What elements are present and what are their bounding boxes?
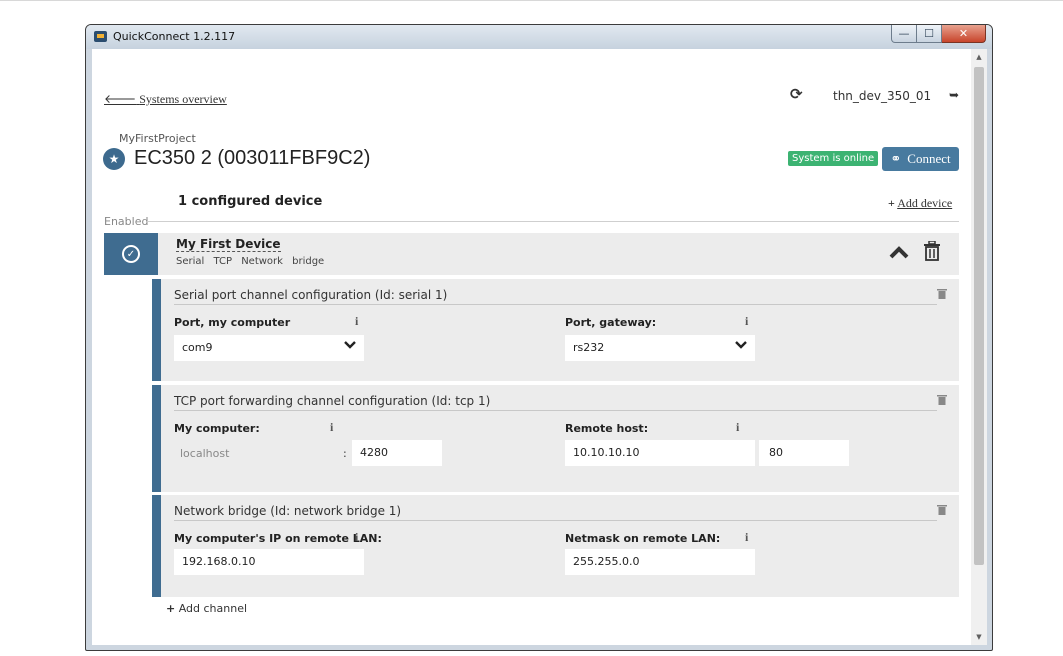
chevron-up-icon[interactable]	[888, 241, 910, 265]
remote-host-input[interactable]: 10.10.10.10	[565, 440, 755, 466]
netmask-input[interactable]: 255.255.0.0	[565, 549, 755, 575]
minimize-button[interactable]: —	[891, 25, 917, 43]
window-controls: — ☐ ✕	[891, 25, 986, 43]
network-bridge-channel-panel: Network bridge (Id: network bridge 1) My…	[152, 495, 959, 597]
app-window: QuickConnect 1.2.117 — ☐ ✕ 🡐 Systems ove…	[85, 24, 993, 651]
check-circle-icon: ✓	[122, 245, 140, 263]
chevron-down-icon	[735, 339, 747, 353]
local-port-input[interactable]: 4280	[352, 440, 442, 466]
info-icon[interactable]: i	[355, 530, 358, 545]
info-icon[interactable]: i	[745, 314, 748, 329]
back-to-systems-link[interactable]: 🡐 Systems overview	[104, 91, 227, 107]
app-logo-icon	[94, 31, 107, 42]
my-computer-label: My computer:	[174, 422, 260, 435]
system-title: EC350 2 (003011FBF9C2)	[134, 147, 371, 169]
local-host-value: localhost	[180, 447, 230, 460]
port-my-computer-label: Port, my computer	[174, 316, 291, 329]
trash-icon[interactable]	[937, 394, 947, 405]
ip-on-remote-lan-input[interactable]: 192.168.0.10	[174, 549, 364, 575]
remote-host-label: Remote host:	[565, 422, 649, 435]
device-name[interactable]: My First Device	[176, 237, 281, 252]
arrow-left-icon: 🡐	[104, 92, 137, 106]
window-title: QuickConnect 1.2.117	[113, 30, 236, 43]
channel-title: Serial port channel configuration (Id: s…	[174, 288, 448, 302]
device-tags: Serial TCP Network bridge	[176, 256, 325, 267]
serial-channel-panel: Serial port channel configuration (Id: s…	[152, 279, 959, 381]
add-device-link[interactable]: + Add device	[888, 196, 952, 211]
link-icon: ⚭	[890, 151, 902, 166]
select-value: com9	[182, 341, 213, 354]
trash-icon[interactable]	[923, 241, 941, 261]
maximize-button[interactable]: ☐	[917, 25, 942, 43]
client-area: 🡐 Systems overview ⟳ thn_dev_350_01 ➥ My…	[92, 49, 987, 645]
chevron-down-icon	[344, 339, 356, 353]
vertical-scrollbar[interactable]: ▲ ▼	[971, 49, 987, 645]
scrollbar-thumb[interactable]	[974, 67, 984, 565]
scroll-down-icon[interactable]: ▼	[971, 629, 987, 645]
select-value: rs232	[573, 341, 605, 354]
add-channel-link[interactable]: + Add channel	[166, 602, 247, 615]
channel-title: Network bridge (Id: network bridge 1)	[174, 504, 402, 518]
username-label: thn_dev_350_01	[833, 89, 932, 103]
trash-icon[interactable]	[937, 288, 947, 299]
project-name: MyFirstProject	[119, 132, 196, 145]
enabled-label: Enabled	[104, 215, 149, 228]
device-row: My First Device Serial TCP Network bridg…	[158, 233, 959, 275]
info-icon[interactable]: i	[745, 530, 748, 545]
netmask-label: Netmask on remote LAN:	[565, 532, 721, 545]
channel-accent-bar	[152, 495, 161, 597]
channel-accent-bar	[152, 279, 161, 381]
info-icon[interactable]: i	[736, 420, 739, 435]
divider	[174, 520, 937, 521]
divider	[174, 304, 937, 305]
plus-icon: +	[166, 602, 176, 615]
back-link-label: Systems overview	[139, 92, 227, 106]
port-my-computer-select[interactable]: com9	[174, 335, 364, 361]
connect-button[interactable]: ⚭ Connect	[882, 147, 959, 171]
channel-accent-bar	[152, 385, 161, 492]
refresh-icon[interactable]: ⟳	[790, 85, 803, 103]
configured-devices-heading: 1 configured device	[178, 194, 323, 209]
add-device-label: Add device	[897, 196, 953, 210]
add-channel-label: Add channel	[178, 602, 248, 615]
channel-title: TCP port forwarding channel configuratio…	[174, 394, 491, 408]
trash-icon[interactable]	[937, 504, 947, 515]
ip-on-remote-lan-label: My computer's IP on remote LAN:	[174, 532, 382, 545]
divider	[174, 410, 937, 411]
title-bar[interactable]: QuickConnect 1.2.117 — ☐ ✕	[86, 25, 992, 49]
status-badge: System is online	[788, 151, 879, 166]
separator-colon: :	[343, 447, 347, 460]
info-icon[interactable]: i	[355, 314, 358, 329]
port-gateway-select[interactable]: rs232	[565, 335, 755, 361]
tcp-channel-panel: TCP port forwarding channel configuratio…	[152, 385, 959, 492]
port-gateway-label: Port, gateway:	[565, 316, 657, 329]
close-button[interactable]: ✕	[942, 25, 986, 43]
connect-label: Connect	[907, 151, 951, 166]
scroll-up-icon[interactable]: ▲	[971, 49, 987, 65]
divider	[147, 221, 959, 222]
plus-icon: +	[888, 196, 895, 210]
info-icon[interactable]: i	[330, 420, 333, 435]
remote-port-input[interactable]: 80	[759, 440, 849, 466]
logout-icon[interactable]: ➥	[949, 88, 959, 102]
star-icon[interactable]: ★	[103, 148, 125, 170]
device-enabled-toggle[interactable]: ✓	[104, 233, 158, 275]
